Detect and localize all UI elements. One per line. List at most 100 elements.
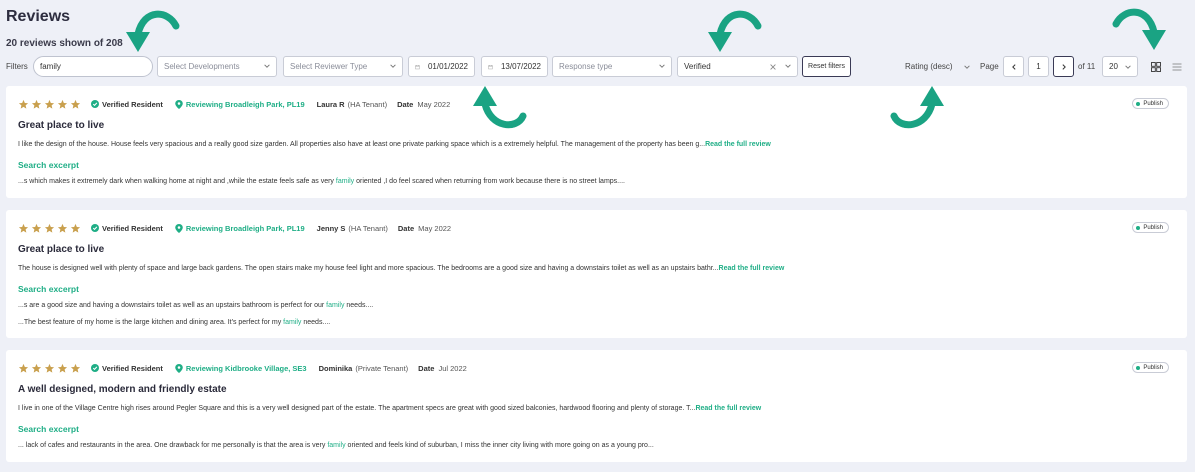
development-link[interactable]: Reviewing Broadleigh Park, PL19 — [175, 99, 305, 109]
star-icon — [31, 363, 42, 373]
date-label: Date — [397, 223, 415, 233]
check-circle-icon — [91, 100, 99, 108]
read-full-review-link[interactable]: Read the full review — [695, 405, 761, 412]
annotation-arrow-icon — [126, 10, 180, 52]
page-label: Page — [980, 62, 999, 71]
review-card: Verified Resident Reviewing Kidbrooke Vil… — [6, 350, 1187, 462]
review-card: Verified Resident Reviewing Broadleigh Pa… — [6, 210, 1187, 338]
sort-select[interactable]: Rating (desc) — [905, 62, 953, 71]
verified-badge: Verified Resident — [91, 224, 163, 233]
star-icon — [44, 99, 55, 109]
annotation-arrow-icon — [890, 86, 944, 129]
response-type-placeholder: Response type — [559, 62, 613, 71]
page-number-input[interactable]: 1 — [1028, 56, 1049, 77]
read-full-review-link[interactable]: Read the full review — [705, 141, 771, 148]
list-view-icon[interactable] — [1172, 62, 1182, 72]
response-type-select[interactable]: Response type — [552, 56, 672, 77]
reviewer-name: Laura R — [316, 99, 345, 109]
developments-placeholder: Select Developments — [164, 62, 240, 71]
star-icon — [31, 223, 42, 233]
date-label: Date — [418, 363, 435, 373]
publish-toggle[interactable]: Publish — [1132, 362, 1169, 373]
check-circle-icon — [91, 224, 99, 232]
date-label: Date — [397, 99, 414, 109]
reset-filters-button[interactable]: Reset filters — [802, 56, 851, 77]
publish-toggle[interactable]: Publish — [1132, 98, 1169, 109]
tenant-type: (HA Tenant) — [348, 223, 388, 233]
star-icon — [18, 363, 29, 373]
search-match: family — [327, 442, 346, 449]
search-excerpt-heading: Search excerpt — [18, 160, 79, 170]
review-meta: Verified Resident Reviewing Kidbrooke Vil… — [18, 361, 467, 375]
search-excerpt-text: ... lack of cafes and restaurants in the… — [18, 442, 654, 449]
annotation-arrow-icon — [708, 10, 762, 52]
map-pin-icon — [175, 99, 183, 109]
per-page-select[interactable]: 20 — [1102, 56, 1138, 77]
search-input[interactable]: family — [33, 56, 153, 77]
search-match: family — [283, 319, 302, 326]
star-rating — [18, 363, 81, 374]
publish-toggle[interactable]: Publish — [1132, 222, 1169, 233]
verification-value: Verified — [684, 62, 711, 71]
developments-select[interactable]: Select Developments — [157, 56, 277, 77]
search-excerpt-heading: Search excerpt — [18, 284, 79, 294]
star-icon — [70, 363, 81, 373]
chevron-down-icon — [1125, 65, 1131, 69]
check-circle-icon — [91, 364, 99, 372]
review-date: Jul 2022 — [438, 363, 467, 373]
development-link[interactable]: Reviewing Broadleigh Park, PL19 — [175, 223, 305, 233]
chevron-down-icon[interactable] — [963, 63, 971, 71]
star-icon — [70, 99, 81, 109]
search-excerpt-text: ...s which makes it extremely dark when … — [18, 178, 625, 185]
status-dot-icon — [1136, 365, 1141, 370]
per-page-value: 20 — [1109, 62, 1118, 71]
star-rating — [18, 99, 81, 110]
chevron-right-icon — [1061, 63, 1066, 70]
tenant-type: (HA Tenant) — [347, 99, 388, 109]
verification-select[interactable]: Verified — [677, 56, 798, 77]
review-meta: Verified Resident Reviewing Broadleigh Pa… — [18, 221, 451, 235]
star-icon — [57, 223, 68, 233]
page-count: of 11 — [1078, 62, 1096, 71]
search-excerpt-text: ...The best feature of my home is the la… — [18, 319, 331, 326]
clear-icon[interactable] — [769, 63, 777, 71]
reviewer-type-select[interactable]: Select Reviewer Type — [283, 56, 403, 77]
grid-view-icon[interactable] — [1151, 62, 1161, 72]
star-icon — [18, 99, 29, 109]
filters-label: Filters — [6, 62, 28, 71]
chevron-down-icon — [785, 64, 791, 68]
annotation-arrow-icon — [473, 86, 527, 129]
page-title: Reviews — [6, 8, 71, 25]
prev-page-button[interactable] — [1003, 56, 1024, 77]
review-meta: Verified Resident Reviewing Broadleigh Pa… — [18, 97, 450, 111]
search-match: family — [326, 302, 345, 309]
review-date: May 2022 — [417, 99, 451, 109]
star-icon — [70, 223, 81, 233]
search-excerpt-text: ...s are a good size and having a downst… — [18, 302, 374, 309]
map-pin-icon — [175, 223, 183, 233]
status-dot-icon — [1136, 225, 1141, 230]
date-to-input[interactable]: 13/07/2022 — [481, 56, 548, 77]
chevron-down-icon — [390, 64, 396, 68]
chevron-left-icon — [1011, 63, 1016, 70]
search-input-value: family — [40, 62, 61, 71]
review-title: A well designed, modern and friendly est… — [18, 384, 227, 395]
calendar-icon — [488, 64, 493, 69]
date-from-value: 01/01/2022 — [427, 62, 468, 71]
star-rating — [18, 223, 81, 234]
date-from-input[interactable]: 01/01/2022 — [408, 56, 475, 77]
annotation-arrow-icon — [1112, 8, 1166, 50]
date-to-value: 13/07/2022 — [500, 62, 541, 71]
star-icon — [44, 223, 55, 233]
reviews-count: 20 reviews shown of 208 — [6, 38, 123, 49]
next-page-button[interactable] — [1053, 56, 1074, 77]
status-dot-icon — [1136, 101, 1141, 106]
search-excerpt-heading: Search excerpt — [18, 424, 79, 434]
chevron-down-icon — [659, 64, 665, 68]
review-date: May 2022 — [418, 223, 452, 233]
chevron-down-icon — [264, 64, 270, 68]
map-pin-icon — [175, 363, 183, 373]
development-link[interactable]: Reviewing Kidbrooke Village, SE3 — [175, 363, 307, 373]
verified-badge: Verified Resident — [91, 100, 163, 109]
read-full-review-link[interactable]: Read the full review — [719, 265, 785, 272]
